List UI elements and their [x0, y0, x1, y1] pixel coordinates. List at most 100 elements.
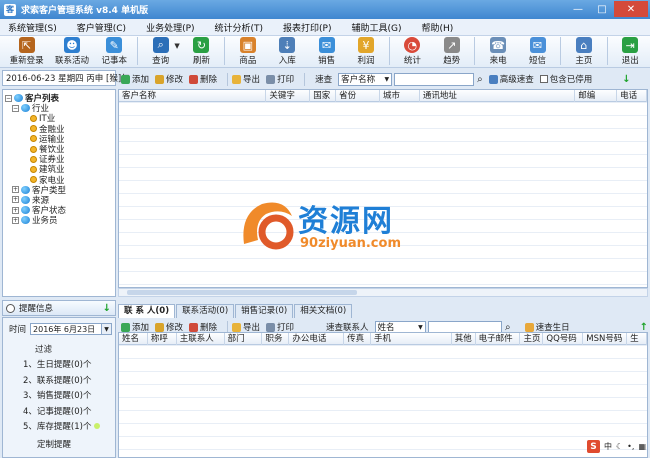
profit-button[interactable]: ¥ 利润: [346, 36, 385, 67]
relogin-button[interactable]: ⇱ 重新登录: [4, 36, 49, 67]
col-msn[interactable]: MSN号码: [583, 333, 628, 345]
contact-grid-header: 姓名 称呼 主联系人 部门 职务 办公电话 传真 手机 其他 电子邮件 主页 Q…: [119, 333, 647, 345]
reminder-note[interactable]: 4、记事提醒(0)个: [23, 403, 115, 419]
col-email[interactable]: 电子邮件: [476, 333, 521, 345]
col-postcode[interactable]: 邮编: [575, 90, 618, 102]
delete-icon: [189, 74, 199, 84]
reminder-date-picker[interactable]: 2016年 6月23日: [30, 323, 103, 335]
arrow-down-icon[interactable]: ↓: [103, 303, 111, 314]
reminder-stock-row[interactable]: 5、库存提醒(1)个: [23, 419, 115, 435]
col-other[interactable]: 其他: [452, 333, 476, 345]
col-country[interactable]: 国家: [310, 90, 337, 102]
customer-grid-hscrollbar[interactable]: [118, 288, 648, 297]
reminder-birthday[interactable]: 1、生日提醒(0)个: [23, 357, 115, 373]
ime-indicator[interactable]: S 中 ☾ •, ▦: [587, 440, 646, 453]
customer-print-button[interactable]: 打印: [266, 73, 294, 85]
notebook-button[interactable]: ✎ 记事本: [95, 36, 134, 67]
customer-query-field-select[interactable]: 客户名称 ▼: [338, 72, 393, 86]
goods-button[interactable]: ▣ 商品: [228, 36, 267, 67]
arrow-up-icon[interactable]: ↑: [640, 322, 648, 333]
col-fax[interactable]: 传真: [344, 333, 372, 345]
exit-button[interactable]: ⇥ 退出: [611, 36, 650, 67]
print-icon: [265, 322, 275, 332]
search-icon[interactable]: ⌕: [505, 322, 511, 333]
customer-add-button[interactable]: 添加: [121, 73, 149, 85]
maximize-button[interactable]: □: [590, 1, 614, 17]
menu-help[interactable]: 帮助(H): [422, 21, 454, 34]
tab-contact-activity[interactable]: 联系活动(0): [176, 304, 235, 318]
scrollbar-thumb[interactable]: [127, 290, 357, 295]
tree-customer-status[interactable]: + 客户状态: [5, 205, 113, 216]
customer-delete-button[interactable]: 删除: [189, 73, 217, 85]
menu-statistics[interactable]: 统计分析(T): [215, 21, 264, 34]
close-button[interactable]: ✕: [614, 1, 648, 17]
tree-industry[interactable]: − 行业: [5, 103, 113, 114]
col-primary-contact[interactable]: 主联系人: [177, 333, 225, 345]
contact-activity-icon: ☻: [63, 37, 80, 53]
globe-icon: [21, 185, 30, 194]
calendar-dropdown-icon[interactable]: ▼: [102, 323, 113, 335]
arrow-down-icon[interactable]: ↓: [622, 74, 630, 85]
tree-salesperson[interactable]: + 业务员: [5, 215, 113, 226]
search-icon[interactable]: ⌕: [477, 74, 483, 85]
col-birthday[interactable]: 生: [627, 333, 647, 345]
sales-button[interactable]: ✉ 销售: [307, 36, 346, 67]
trend-button[interactable]: ↗ 趋势: [432, 36, 471, 67]
sms-button[interactable]: ✉ 短信: [518, 36, 557, 67]
bullet-icon: [30, 176, 37, 184]
expand-icon[interactable]: +: [12, 196, 19, 204]
col-province[interactable]: 省份: [336, 90, 381, 102]
tree-root[interactable]: − 客户列表: [5, 93, 113, 104]
watermark: 资源网 90ziyuan.com: [236, 192, 416, 260]
refresh-button[interactable]: ↻ 刷新: [182, 36, 221, 67]
customer-export-button[interactable]: 导出: [232, 73, 260, 85]
contact-activity-button[interactable]: ☻ 联系活动: [49, 36, 94, 67]
stock-in-button[interactable]: ⇣ 入库: [268, 36, 307, 67]
menu-reports[interactable]: 报表打印(P): [283, 21, 331, 34]
incoming-call-button[interactable]: ☎ 来电: [478, 36, 517, 67]
collapse-icon[interactable]: −: [12, 104, 19, 112]
tree-customer-type[interactable]: + 客户类型: [5, 185, 113, 196]
expand-icon[interactable]: +: [12, 206, 19, 214]
col-keyword[interactable]: 关键字: [266, 90, 311, 102]
query-dropdown-icon[interactable]: ▼: [174, 42, 179, 50]
reminder-overdue[interactable]: 过滤: [35, 341, 115, 357]
menu-customer[interactable]: 客户管理(C): [77, 21, 126, 34]
col-address[interactable]: 通讯地址: [420, 90, 576, 102]
tab-documents[interactable]: 相关文档(0): [294, 304, 353, 318]
reminder-sales[interactable]: 3、销售提醒(0)个: [23, 388, 115, 404]
col-qq[interactable]: QQ号码: [543, 333, 584, 345]
col-customer-name[interactable]: 客户名称: [119, 90, 267, 102]
query-button[interactable]: ⌕ 查询: [141, 36, 180, 67]
col-city[interactable]: 城市: [380, 90, 420, 102]
expand-icon[interactable]: +: [12, 186, 19, 194]
collapse-icon[interactable]: −: [5, 94, 12, 102]
customer-query-input[interactable]: [394, 72, 475, 86]
menu-tools[interactable]: 辅助工具(G): [352, 21, 402, 34]
col-title[interactable]: 称呼: [148, 333, 177, 345]
include-disabled-checkbox[interactable]: 包含已停用: [539, 73, 592, 85]
minimize-button[interactable]: —: [566, 1, 590, 17]
home-page-button[interactable]: ⌂ 主页: [564, 36, 603, 67]
col-mobile[interactable]: 手机: [371, 333, 452, 345]
pie-chart-icon: ◔: [404, 37, 421, 53]
tab-sales-records[interactable]: 销售记录(0): [235, 304, 294, 318]
col-homepage[interactable]: 主页: [520, 333, 544, 345]
custom-reminder-button[interactable]: 定制提醒: [37, 438, 115, 450]
alert-dot-icon: [94, 423, 101, 430]
menu-system[interactable]: 系统管理(S): [8, 21, 57, 34]
col-office-phone[interactable]: 办公电话: [289, 333, 345, 345]
col-name[interactable]: 姓名: [119, 333, 148, 345]
col-position[interactable]: 职务: [262, 333, 290, 345]
expand-icon[interactable]: +: [12, 216, 19, 224]
col-phone[interactable]: 电话: [617, 90, 647, 102]
statistics-button[interactable]: ◔ 统计: [393, 36, 432, 67]
contact-grid-body[interactable]: [119, 345, 647, 457]
tab-contacts[interactable]: 联 系 人(0): [118, 304, 176, 318]
col-department[interactable]: 部门: [225, 333, 263, 345]
reminder-contact[interactable]: 2、联系提醒(0)个: [23, 372, 115, 388]
advanced-query-button[interactable]: 高级速查: [488, 73, 534, 85]
bullet-icon: [30, 155, 37, 163]
menu-business[interactable]: 业务处理(P): [146, 21, 194, 34]
customer-edit-button[interactable]: 修改: [155, 73, 183, 85]
